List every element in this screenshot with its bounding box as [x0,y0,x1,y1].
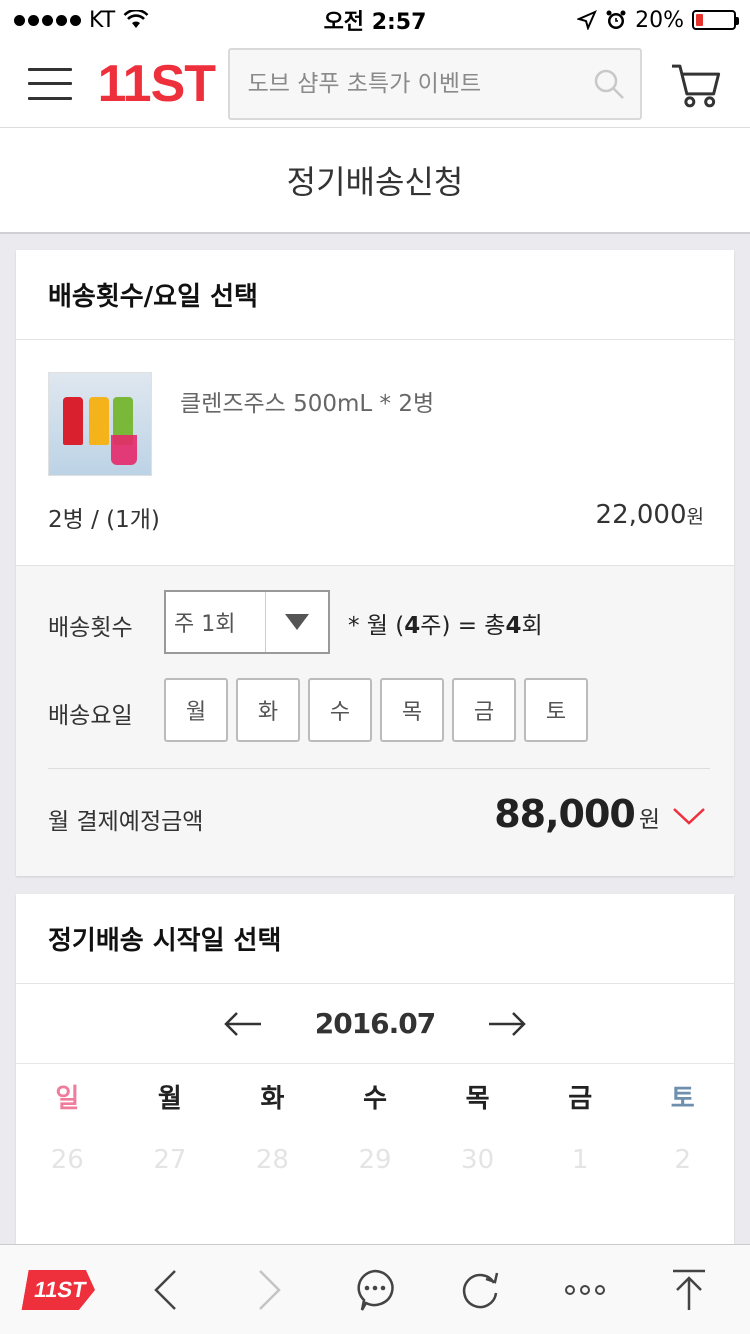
start-section-title: 정기배송 시작일 선택 [16,894,734,984]
location-icon [577,10,598,30]
battery-level [696,14,704,26]
delivery-options-card: 배송횟수/요일 선택 클렌즈주스 500mL * 2병 2병 / (1개) 22… [16,250,734,876]
calendar-date: 2 [674,1145,692,1175]
day-button-wed[interactable]: 수 [308,678,372,742]
day-button-thu[interactable]: 목 [380,678,444,742]
wifi-icon [123,10,149,28]
calendar-dates-row: 26 27 28 29 30 1 2 [16,1128,734,1192]
calendar-date: 1 [571,1145,589,1175]
more-button[interactable] [550,1255,620,1325]
more-dots-icon [564,1284,605,1295]
home-button[interactable]: 11ST [25,1255,95,1325]
day-button-tue[interactable]: 화 [236,678,300,742]
monthly-amount[interactable]: 88,000 원 [494,792,706,836]
monthly-amount-unit: 원 [638,807,660,833]
month-navigator: 2016.07 [16,984,734,1064]
delivery-section-title: 배송횟수/요일 선택 [16,250,734,340]
day-button-mon[interactable]: 월 [164,678,228,742]
weekday-sat: 토 [670,1083,695,1114]
product-price: 22,000원 [596,500,704,530]
product-price-value: 22,000 [595,500,687,530]
chat-button[interactable] [340,1255,410,1325]
search-input[interactable] [247,70,593,97]
carrier-label: KT [89,7,116,33]
frequency-note-total: 4 [505,613,522,639]
chevron-right-icon [259,1269,281,1310]
title-bar: 정기배송신청 [0,128,750,234]
options-divider [48,768,710,769]
arrow-right-icon[interactable] [487,1010,527,1038]
frequency-note-mid: 주) = 총 [420,613,506,639]
frequency-select[interactable]: 주 1회 [164,590,330,654]
frequency-note: * 월 (4주) = 총4회 [348,606,543,640]
back-button[interactable] [130,1255,200,1325]
monthly-amount-label: 월 결제예정금액 [48,809,204,835]
frequency-note-prefix: * 월 ( [348,613,405,639]
weekday-buttons: 월 화 수 목 금 토 [164,678,588,742]
calendar-date: 29 [358,1145,392,1175]
product-name: 클렌즈주스 500mL * 2병 [180,391,435,417]
chevron-down-icon[interactable] [672,805,706,827]
calendar-date: 27 [153,1145,187,1175]
bottom-toolbar: 11ST [0,1244,750,1334]
toolbar-logo: 11ST [22,1270,99,1310]
battery-percent: 20% [635,7,684,33]
search-icon[interactable] [592,67,626,101]
frequency-label: 배송횟수 [48,615,133,641]
weekday-thu: 목 [465,1083,490,1114]
product-thumbnail [48,372,152,476]
hamburger-menu-icon[interactable] [28,67,72,100]
weekday-fri: 금 [568,1083,593,1114]
weekday-mon: 월 [157,1083,182,1114]
status-bar: KT 오전 2:57 20% [0,0,750,40]
monthly-amount-value: 88,000 [494,792,636,836]
calendar-weekdays: 일 월 화 수 목 금 토 [16,1064,734,1128]
frequency-selected: 주 1회 [166,592,266,652]
product-price-unit: 원 [686,506,704,528]
calendar-date: 30 [461,1145,495,1175]
search-box[interactable] [227,47,643,120]
calendar-date: 26 [50,1145,84,1175]
weekday-label: 배송요일 [48,703,133,729]
weekday-wed: 수 [363,1083,387,1114]
chevron-left-icon [154,1269,177,1310]
refresh-icon [462,1272,499,1308]
refresh-button[interactable] [445,1255,515,1325]
calendar-date: 28 [255,1145,289,1175]
delivery-options: 배송횟수 주 1회 * 월 (4주) = 총4회 배송요일 월 화 수 목 금 … [16,566,734,876]
arrow-left-icon[interactable] [223,1010,263,1038]
weekday-tue: 화 [260,1083,285,1114]
brand-logo[interactable]: 11ST [98,54,216,114]
scroll-to-top-icon [673,1269,706,1310]
day-button-fri[interactable]: 금 [452,678,516,742]
weekday-sun: 일 [55,1083,80,1114]
scroll-top-button[interactable] [654,1255,724,1325]
page-title: 정기배송신청 [286,163,464,201]
frequency-note-weeks: 4 [404,613,421,639]
alarm-icon [606,10,626,29]
current-month: 2016.07 [314,1007,437,1040]
app-header: 11ST [0,40,750,128]
chat-bubble-icon [357,1269,394,1311]
signal-icon [14,14,81,26]
day-button-sat[interactable]: 토 [524,678,588,742]
dropdown-arrow-icon [285,614,309,630]
battery-icon [692,10,739,30]
start-date-card: 정기배송 시작일 선택 2016.07 일 월 화 수 목 금 토 26 27 … [16,894,734,1254]
cart-icon[interactable] [670,58,722,110]
forward-button[interactable] [235,1255,305,1325]
product-row: 클렌즈주스 500mL * 2병 2병 / (1개) 22,000원 [16,340,734,566]
frequency-note-suffix: 회 [521,613,543,639]
product-quantity: 2병 / (1개) [48,507,160,533]
